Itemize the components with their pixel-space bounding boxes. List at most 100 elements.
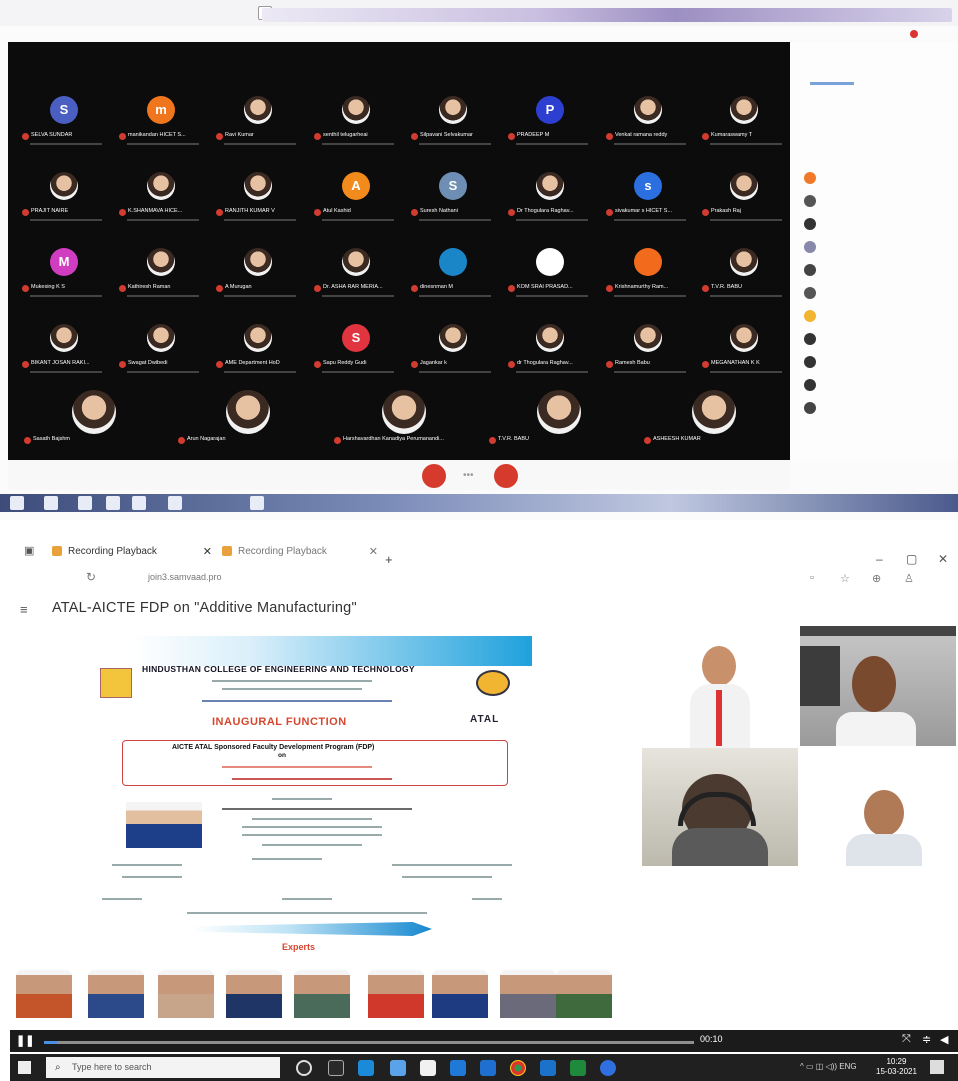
minimize-button[interactable]: –	[876, 552, 883, 566]
mic-off-button[interactable]	[422, 464, 446, 488]
participant-tile[interactable]: T.V.R. BABU	[696, 242, 792, 304]
participant-list-icon[interactable]	[804, 172, 816, 184]
participant-list-icon[interactable]	[804, 287, 816, 299]
participant-tile[interactable]: Kathiresh Raman	[113, 242, 209, 304]
reader-icon[interactable]: ▫	[810, 572, 814, 584]
profile-icon[interactable]: ♙	[904, 572, 914, 585]
featured-participant-tile[interactable]: Arun Nagarajan	[172, 390, 322, 448]
cortana-icon[interactable]	[296, 1060, 312, 1076]
pause-button[interactable]: ❚❚	[16, 1034, 36, 1048]
participant-tile[interactable]: s sivakumar s HICET S...	[600, 166, 696, 228]
participant-tile[interactable]: Dr. ASHA RAR MERIA...	[308, 242, 404, 304]
outlook-icon[interactable]	[540, 1060, 556, 1076]
participant-tile[interactable]: Venkat ramana reddy	[600, 90, 696, 152]
notification-icon[interactable]	[930, 1060, 944, 1074]
participant-tile[interactable]: Ravi Kumar	[210, 90, 306, 152]
participant-tile[interactable]: RANJITH KUMAR V	[210, 166, 306, 228]
participant-tile[interactable]: A Murugan	[210, 242, 306, 304]
maximize-button[interactable]: ▢	[906, 552, 917, 566]
taskbar-app-icon[interactable]	[10, 496, 24, 510]
close-tab-icon[interactable]: ✕	[369, 542, 378, 562]
video-feed-2[interactable]	[800, 626, 956, 746]
excel-icon[interactable]	[570, 1060, 586, 1076]
app-icon[interactable]	[600, 1060, 616, 1076]
video-feed-3[interactable]	[642, 748, 798, 866]
participant-list-icon[interactable]	[804, 379, 816, 391]
favorites-icon[interactable]: ☆	[840, 572, 850, 585]
participant-tile[interactable]: MEGANATHAN K K	[696, 318, 792, 380]
close-tab-icon[interactable]: ✕	[203, 542, 212, 562]
tab-recording-playback-2[interactable]: Recording Playback ✕	[222, 542, 378, 562]
participant-tile[interactable]: AME Department HoD	[210, 318, 306, 380]
participant-tile[interactable]: Silpavani Selvakumar	[405, 90, 501, 152]
taskbar-app-icon[interactable]	[44, 496, 58, 510]
collections-icon[interactable]: ⊕	[872, 572, 881, 585]
more-icon[interactable]: •••	[463, 470, 474, 481]
taskbar-clock[interactable]: 10:29 15-03-2021	[876, 1057, 917, 1077]
participant-tile[interactable]: Dr Thogulara Raghav...	[502, 166, 598, 228]
participant-list-icon[interactable]	[804, 218, 816, 230]
participant-tile[interactable]: S SELVA SUNDAR	[16, 90, 112, 152]
sidebar-toggle-icon[interactable]: ▣	[24, 544, 34, 557]
mail-icon[interactable]	[450, 1060, 466, 1076]
participant-tile[interactable]: M Mukesing K S	[16, 242, 112, 304]
taskbar-app-icon[interactable]	[168, 496, 182, 510]
taskbar-app-icon[interactable]	[106, 496, 120, 510]
settings-icon[interactable]: ≑	[922, 1033, 931, 1046]
participant-list-icon[interactable]	[804, 356, 816, 368]
task-view-icon[interactable]	[328, 1060, 344, 1076]
participant-tile[interactable]: P PRADEEP M	[502, 90, 598, 152]
participant-tile[interactable]: PRAJIT NAIRE	[16, 166, 112, 228]
edge-icon[interactable]	[358, 1060, 374, 1076]
featured-participant-tile[interactable]: Harshavardhan Kanadiya Perumanandi...	[328, 390, 478, 448]
store-icon[interactable]	[420, 1060, 436, 1076]
participant-tile[interactable]: senthil telugarheai	[308, 90, 404, 152]
address-bar[interactable]: ↻ join3.samvaad.pro	[86, 570, 806, 588]
participant-list-icon[interactable]	[804, 333, 816, 345]
taskbar-app-icon[interactable]	[132, 496, 146, 510]
participant-tile[interactable]: Jagankar k	[405, 318, 501, 380]
system-tray[interactable]: ^ ▭ ◫ ◁)) ENG	[800, 1062, 857, 1071]
taskbar-search-input[interactable]: ⌕ Type here to search	[46, 1057, 280, 1078]
explorer-icon[interactable]	[390, 1060, 406, 1076]
featured-participant-tile[interactable]: ASHEESH KUMAR	[638, 390, 788, 448]
featured-participant-tile[interactable]: T.V.R. BABU	[483, 390, 633, 448]
volume-icon[interactable]: ◀	[940, 1033, 948, 1046]
reload-icon[interactable]: ↻	[86, 570, 96, 584]
fullscreen-icon[interactable]: ⤧	[902, 1033, 911, 1046]
participant-tile[interactable]: Swagat Dwibedi	[113, 318, 209, 380]
tab-recording-playback-1[interactable]: Recording Playback ✕	[52, 542, 212, 562]
end-call-button[interactable]	[494, 464, 518, 488]
menu-icon[interactable]: ≡	[20, 602, 28, 617]
participant-tile[interactable]: dinesnman M	[405, 242, 501, 304]
participant-tile[interactable]: KOM SRAI PRASAD...	[502, 242, 598, 304]
video-feed-4[interactable]	[842, 784, 926, 866]
taskbar-app-icon[interactable]	[250, 496, 264, 510]
participant-tile[interactable]: m manikandan HICET S...	[113, 90, 209, 152]
seek-bar[interactable]	[44, 1041, 694, 1044]
participant-tile[interactable]: Krishnamurthy Ram...	[600, 242, 696, 304]
new-tab-button[interactable]: +	[385, 552, 393, 567]
chrome-icon[interactable]	[510, 1060, 526, 1076]
windows-start-icon[interactable]	[18, 1061, 31, 1074]
participant-list-icon[interactable]	[804, 264, 816, 276]
participant-tile[interactable]: K.SHANMAVA HICE...	[113, 166, 209, 228]
participant-list-icon[interactable]	[804, 195, 816, 207]
participant-tile[interactable]: Prakash Raj	[696, 166, 792, 228]
featured-participant-tile[interactable]: Sasath Bajshm	[18, 390, 168, 448]
participant-list-icon[interactable]	[804, 402, 816, 414]
participant-tile[interactable]: S Sapu Reddy Gudi	[308, 318, 404, 380]
taskbar-app-icon[interactable]	[78, 496, 92, 510]
video-feed-1[interactable]	[680, 638, 760, 748]
teams-icon[interactable]	[480, 1060, 496, 1076]
participant-list-icon[interactable]	[804, 241, 816, 253]
participant-tile[interactable]: BIKANT JOSAN RAKI...	[16, 318, 112, 380]
participant-tile[interactable]: Ramesh Babu	[600, 318, 696, 380]
url-text[interactable]: join3.samvaad.pro	[148, 572, 222, 582]
participant-tile[interactable]: S Suresh Nathani	[405, 166, 501, 228]
participant-tile[interactable]: A Atul Kashid	[308, 166, 404, 228]
participant-tile[interactable]: Kumaraswamy T	[696, 90, 792, 152]
participant-list-icon[interactable]	[804, 310, 816, 322]
participant-tile[interactable]: dr Thogulara Raghav...	[502, 318, 598, 380]
close-window-button[interactable]: ✕	[938, 552, 948, 566]
